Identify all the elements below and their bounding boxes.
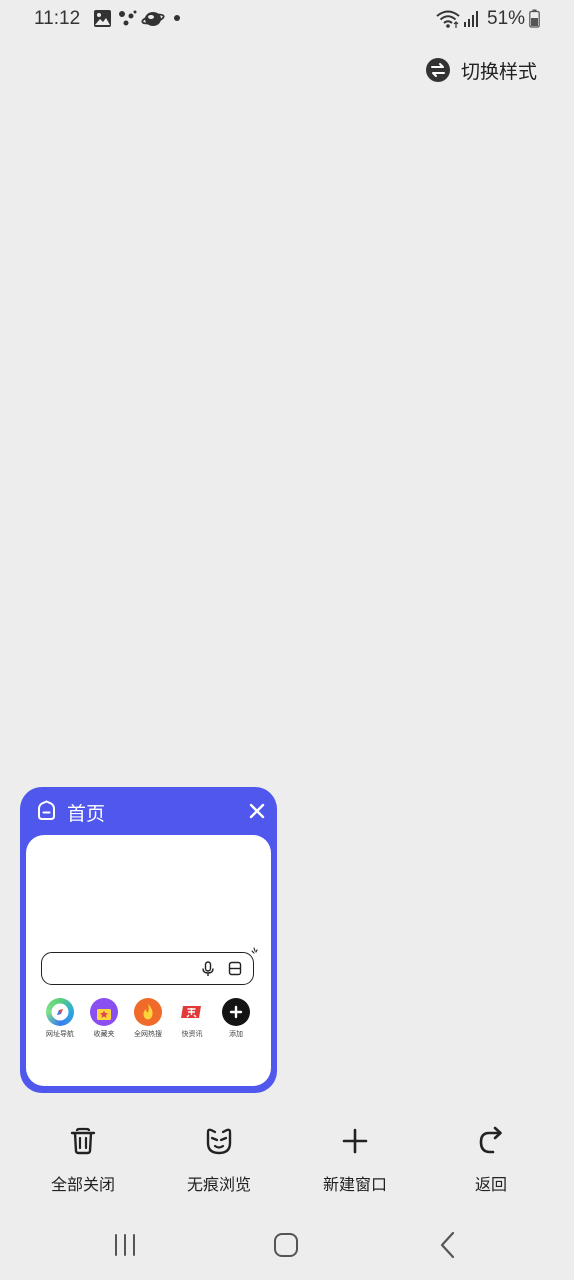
battery-percent: 51% (487, 8, 526, 29)
sparkle-icon (251, 947, 258, 954)
switch-style-label: 切换样式 (461, 60, 538, 83)
star-folder-icon (97, 1009, 111, 1020)
new-window-button[interactable]: 新建窗口 (295, 1120, 415, 1200)
shortcut-label: 收藏夹 (93, 1030, 115, 1038)
system-nav-bar (0, 1220, 574, 1270)
switch-style-button[interactable]: 切换样式 (425, 55, 537, 85)
back-arrow-icon[interactable] (428, 1230, 468, 1260)
incognito-label: 无痕浏览 (186, 1175, 251, 1194)
new-window-label: 新建窗口 (322, 1175, 387, 1194)
incognito-mask-icon (206, 1128, 232, 1155)
tab-preview[interactable]: 网址导航 收藏夹 全网热搜 快资讯 添加 (26, 835, 271, 1086)
close-icon[interactable] (246, 800, 268, 822)
status-bar: 11:12 51% (0, 0, 574, 40)
shortcut-label: 全网热搜 (134, 1030, 162, 1038)
shortcut-label: 添加 (229, 1030, 243, 1038)
shortcut-favorites: 收藏夹 (82, 998, 126, 1039)
tab-card-header: 首页 (20, 787, 277, 835)
close-all-button[interactable]: 全部关闭 (23, 1120, 143, 1200)
battery-icon (529, 9, 540, 28)
flame-icon (143, 1004, 153, 1020)
tab-title: 首页 (67, 803, 106, 825)
dot-icon (174, 15, 180, 21)
signal-icon (464, 11, 478, 27)
shortcut-hot-search: 全网热搜 (126, 998, 170, 1039)
image-icon (94, 10, 111, 27)
close-all-label: 全部关闭 (50, 1175, 115, 1194)
mic-icon (202, 961, 214, 976)
shortcut-add: 添加 (214, 998, 258, 1039)
news-icon (181, 1006, 201, 1018)
shortcut-label: 快资讯 (181, 1030, 203, 1038)
home-button-icon[interactable] (266, 1230, 306, 1260)
shortcut-nav: 网址导航 (38, 998, 82, 1039)
return-arrow-icon (479, 1126, 502, 1154)
scan-icon (228, 961, 242, 976)
preview-search-bar (41, 952, 254, 985)
recent-apps-icon[interactable] (105, 1230, 145, 1260)
home-icon (38, 800, 55, 820)
status-time: 11:12 (34, 8, 81, 29)
plus-icon (342, 1128, 368, 1154)
planet-icon (141, 12, 165, 26)
swap-arrows-icon (426, 58, 450, 82)
back-label: 返回 (474, 1175, 507, 1194)
bottom-toolbar: 全部关闭 无痕浏览 新建窗口 返回 (0, 1120, 574, 1200)
tab-card[interactable]: 首页 网址导航 收藏夹 全网热搜 快资讯 添加 (20, 787, 277, 1093)
wifi-icon (436, 10, 460, 28)
back-button[interactable]: 返回 (431, 1120, 551, 1200)
trash-icon (70, 1127, 96, 1155)
incognito-button[interactable]: 无痕浏览 (159, 1120, 279, 1200)
compass-icon (51, 1003, 69, 1021)
plus-icon (229, 1005, 243, 1019)
shortcut-label: 网址导航 (46, 1030, 74, 1038)
assistant-dots-icon (119, 10, 137, 26)
shortcut-news: 快资讯 (170, 998, 214, 1039)
